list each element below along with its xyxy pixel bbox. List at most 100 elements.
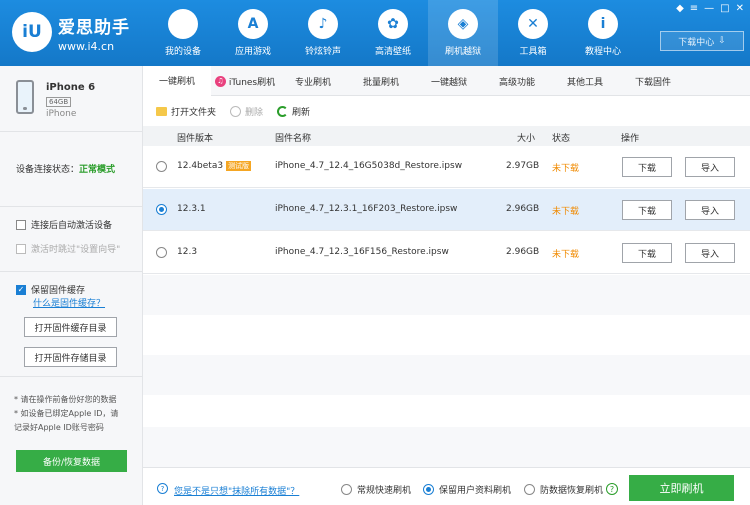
top-bar: iU 爱思助手 www.i4.cn 我的设备 A 应用游戏 ♪ 铃炫铃声 ✿ 高…: [0, 0, 750, 66]
tab-label: 其他工具: [566, 77, 603, 88]
table-row[interactable]: 12.3 iPhone_4.7_12.3_16F156_Restore.ipsw…: [143, 232, 750, 274]
skip-setup-option[interactable]: 激活时跳过"设置向导": [16, 242, 120, 255]
window-controls: ◆ ≡ — □ ✕: [676, 3, 744, 14]
option-label: 防数据恢复刷机: [540, 486, 604, 496]
auto-activate-option[interactable]: 连接后自动激活设备: [16, 218, 112, 231]
import-button[interactable]: 导入: [685, 157, 735, 177]
menu-icon[interactable]: ≡: [690, 3, 698, 14]
tab-pro-flash[interactable]: 专业刷机: [279, 66, 347, 96]
firmware-status: 未下载: [552, 164, 580, 174]
connection-status: 设备连接状态：正常模式: [0, 132, 143, 207]
open-folder-button[interactable]: 打开文件夹: [156, 105, 216, 118]
tab-other-tools[interactable]: 其他工具: [551, 66, 619, 96]
flash-now-button[interactable]: 立即刷机: [629, 475, 734, 501]
download-button[interactable]: 下载: [622, 200, 672, 220]
tab-advanced[interactable]: 高级功能: [483, 66, 551, 96]
what-is-cache-link[interactable]: 什么是固件缓存？: [33, 296, 105, 309]
quick-flash-radio[interactable]: [341, 484, 352, 495]
download-center-label: 下载中心: [678, 37, 715, 48]
nav-toolbox[interactable]: ✕ 工具箱: [498, 0, 568, 66]
tab-download-firmware[interactable]: 下载固件: [619, 66, 687, 96]
skin-icon[interactable]: ◆: [676, 3, 684, 14]
tab-label: 一键刷机: [158, 76, 195, 87]
col-action: 操作: [621, 134, 640, 144]
keep-firmware-checkbox[interactable]: ✓: [16, 284, 26, 295]
nav-wallpapers[interactable]: ✿ 高清壁纸: [358, 0, 428, 66]
bell-icon: ♪: [308, 9, 338, 39]
apple-icon: [168, 9, 198, 39]
beta-badge: 测试版: [226, 161, 252, 171]
firmware-version: 12.3.1: [177, 204, 206, 214]
table-row[interactable]: 12.4beta3 测试版 iPhone_4.7_12.4_16G5038d_Re…: [143, 146, 750, 188]
nav-flash-jailbreak[interactable]: ◈ 刷机越狱: [428, 0, 498, 66]
option-keep-data-flash[interactable]: 保留用户资料刷机: [423, 483, 511, 496]
empty-row: [143, 355, 750, 395]
open-cache-dir-button[interactable]: 打开固件缓存目录: [24, 317, 117, 337]
tab-label: 下载固件: [634, 77, 671, 88]
skip-setup-checkbox[interactable]: [16, 243, 26, 254]
keep-firmware-option[interactable]: ✓ 保留固件缓存: [16, 283, 85, 296]
maximize-icon[interactable]: □: [720, 3, 729, 14]
col-name: 固件名称: [275, 134, 312, 144]
backup-restore-button[interactable]: 备份/恢复数据: [16, 450, 127, 472]
firmware-table-header: 固件版本 固件名称 大小 状态 操作: [143, 126, 750, 146]
help-icon: ?: [157, 483, 168, 494]
activation-options: 连接后自动激活设备 激活时跳过"设置向导": [0, 207, 143, 272]
note-line: * 如设备已绑定Apple ID，请: [14, 409, 119, 418]
empty-row: [143, 427, 750, 467]
tab-label: 专业刷机: [294, 77, 331, 88]
device-name: iPhone 6: [46, 82, 96, 93]
anti-recovery-radio[interactable]: [524, 484, 535, 495]
tab-label: iTunes刷机: [228, 77, 276, 88]
nav-label: 我的设备: [164, 47, 201, 57]
nav-my-device[interactable]: 我的设备: [148, 0, 218, 66]
minimize-icon[interactable]: —: [704, 3, 714, 14]
nav-tutorials[interactable]: i 教程中心: [568, 0, 638, 66]
download-arrow-icon: ⇩: [718, 36, 726, 46]
delete-button[interactable]: 删除: [230, 105, 263, 118]
download-button[interactable]: 下载: [622, 243, 672, 263]
close-icon[interactable]: ✕: [736, 3, 744, 14]
tab-one-click-flash[interactable]: 一键刷机: [143, 66, 211, 96]
nav-apps[interactable]: A 应用游戏: [218, 0, 288, 66]
import-button[interactable]: 导入: [685, 243, 735, 263]
auto-activate-checkbox[interactable]: [16, 219, 26, 230]
erase-all-data-link[interactable]: 您是不是只想"抹除所有数据"？: [174, 484, 299, 497]
tab-itunes-flash[interactable]: ♫ iTunes刷机: [211, 66, 279, 96]
nav-label: 工具箱: [519, 47, 547, 57]
device-card: iPhone 6 64GB iPhone: [0, 66, 143, 132]
brand-name: 爱思助手: [58, 18, 130, 38]
firmware-radio[interactable]: [156, 161, 167, 172]
version-text: 12.4beta3: [177, 161, 224, 171]
empty-row: [143, 275, 750, 315]
function-tabs: 一键刷机 ♫ iTunes刷机 专业刷机 批量刷机 一键越狱 高级功能 其他工具 …: [143, 66, 750, 96]
option-label: 常规快速刷机: [357, 486, 412, 496]
tab-jailbreak[interactable]: 一键越狱: [415, 66, 483, 96]
option-quick-flash[interactable]: 常规快速刷机: [341, 483, 411, 496]
firmware-filename: iPhone_4.7_12.3.1_16F203_Restore.ipsw: [275, 204, 458, 214]
open-folder-label: 打开文件夹: [171, 107, 217, 118]
nav-ringtones[interactable]: ♪ 铃炫铃声: [288, 0, 358, 66]
option-anti-recovery-flash[interactable]: 防数据恢复刷机: [524, 483, 603, 496]
download-button[interactable]: 下载: [622, 157, 672, 177]
firmware-toolbar: 打开文件夹 删除 刷新: [143, 96, 750, 126]
nav-label: 铃炫铃声: [304, 47, 341, 57]
connection-label: 设备连接状态：: [16, 165, 80, 175]
col-status: 状态: [552, 134, 571, 144]
download-center-button[interactable]: 下载中心 ⇩: [660, 31, 744, 51]
flash-footer: ? 您是不是只想"抹除所有数据"？ 常规快速刷机 保留用户资料刷机 防数据恢复刷…: [143, 467, 750, 505]
tab-label: 批量刷机: [362, 77, 399, 88]
help-icon[interactable]: ?: [606, 483, 618, 495]
keep-firmware-label: 保留固件缓存: [31, 286, 86, 296]
firmware-radio[interactable]: [156, 247, 167, 258]
tab-batch-flash[interactable]: 批量刷机: [347, 66, 415, 96]
table-row[interactable]: 12.3.1 iPhone_4.7_12.3.1_16F203_Restore.…: [143, 189, 750, 231]
firmware-radio[interactable]: [156, 204, 167, 215]
open-store-dir-button[interactable]: 打开固件存储目录: [24, 347, 117, 367]
refresh-button[interactable]: 刷新: [277, 105, 310, 118]
import-button[interactable]: 导入: [685, 200, 735, 220]
keep-data-radio[interactable]: [423, 484, 434, 495]
firmware-version: 12.3: [177, 247, 198, 257]
firmware-version: 12.4beta3 测试版: [177, 161, 252, 171]
note-line: 记录好Apple ID账号密码: [14, 423, 104, 432]
